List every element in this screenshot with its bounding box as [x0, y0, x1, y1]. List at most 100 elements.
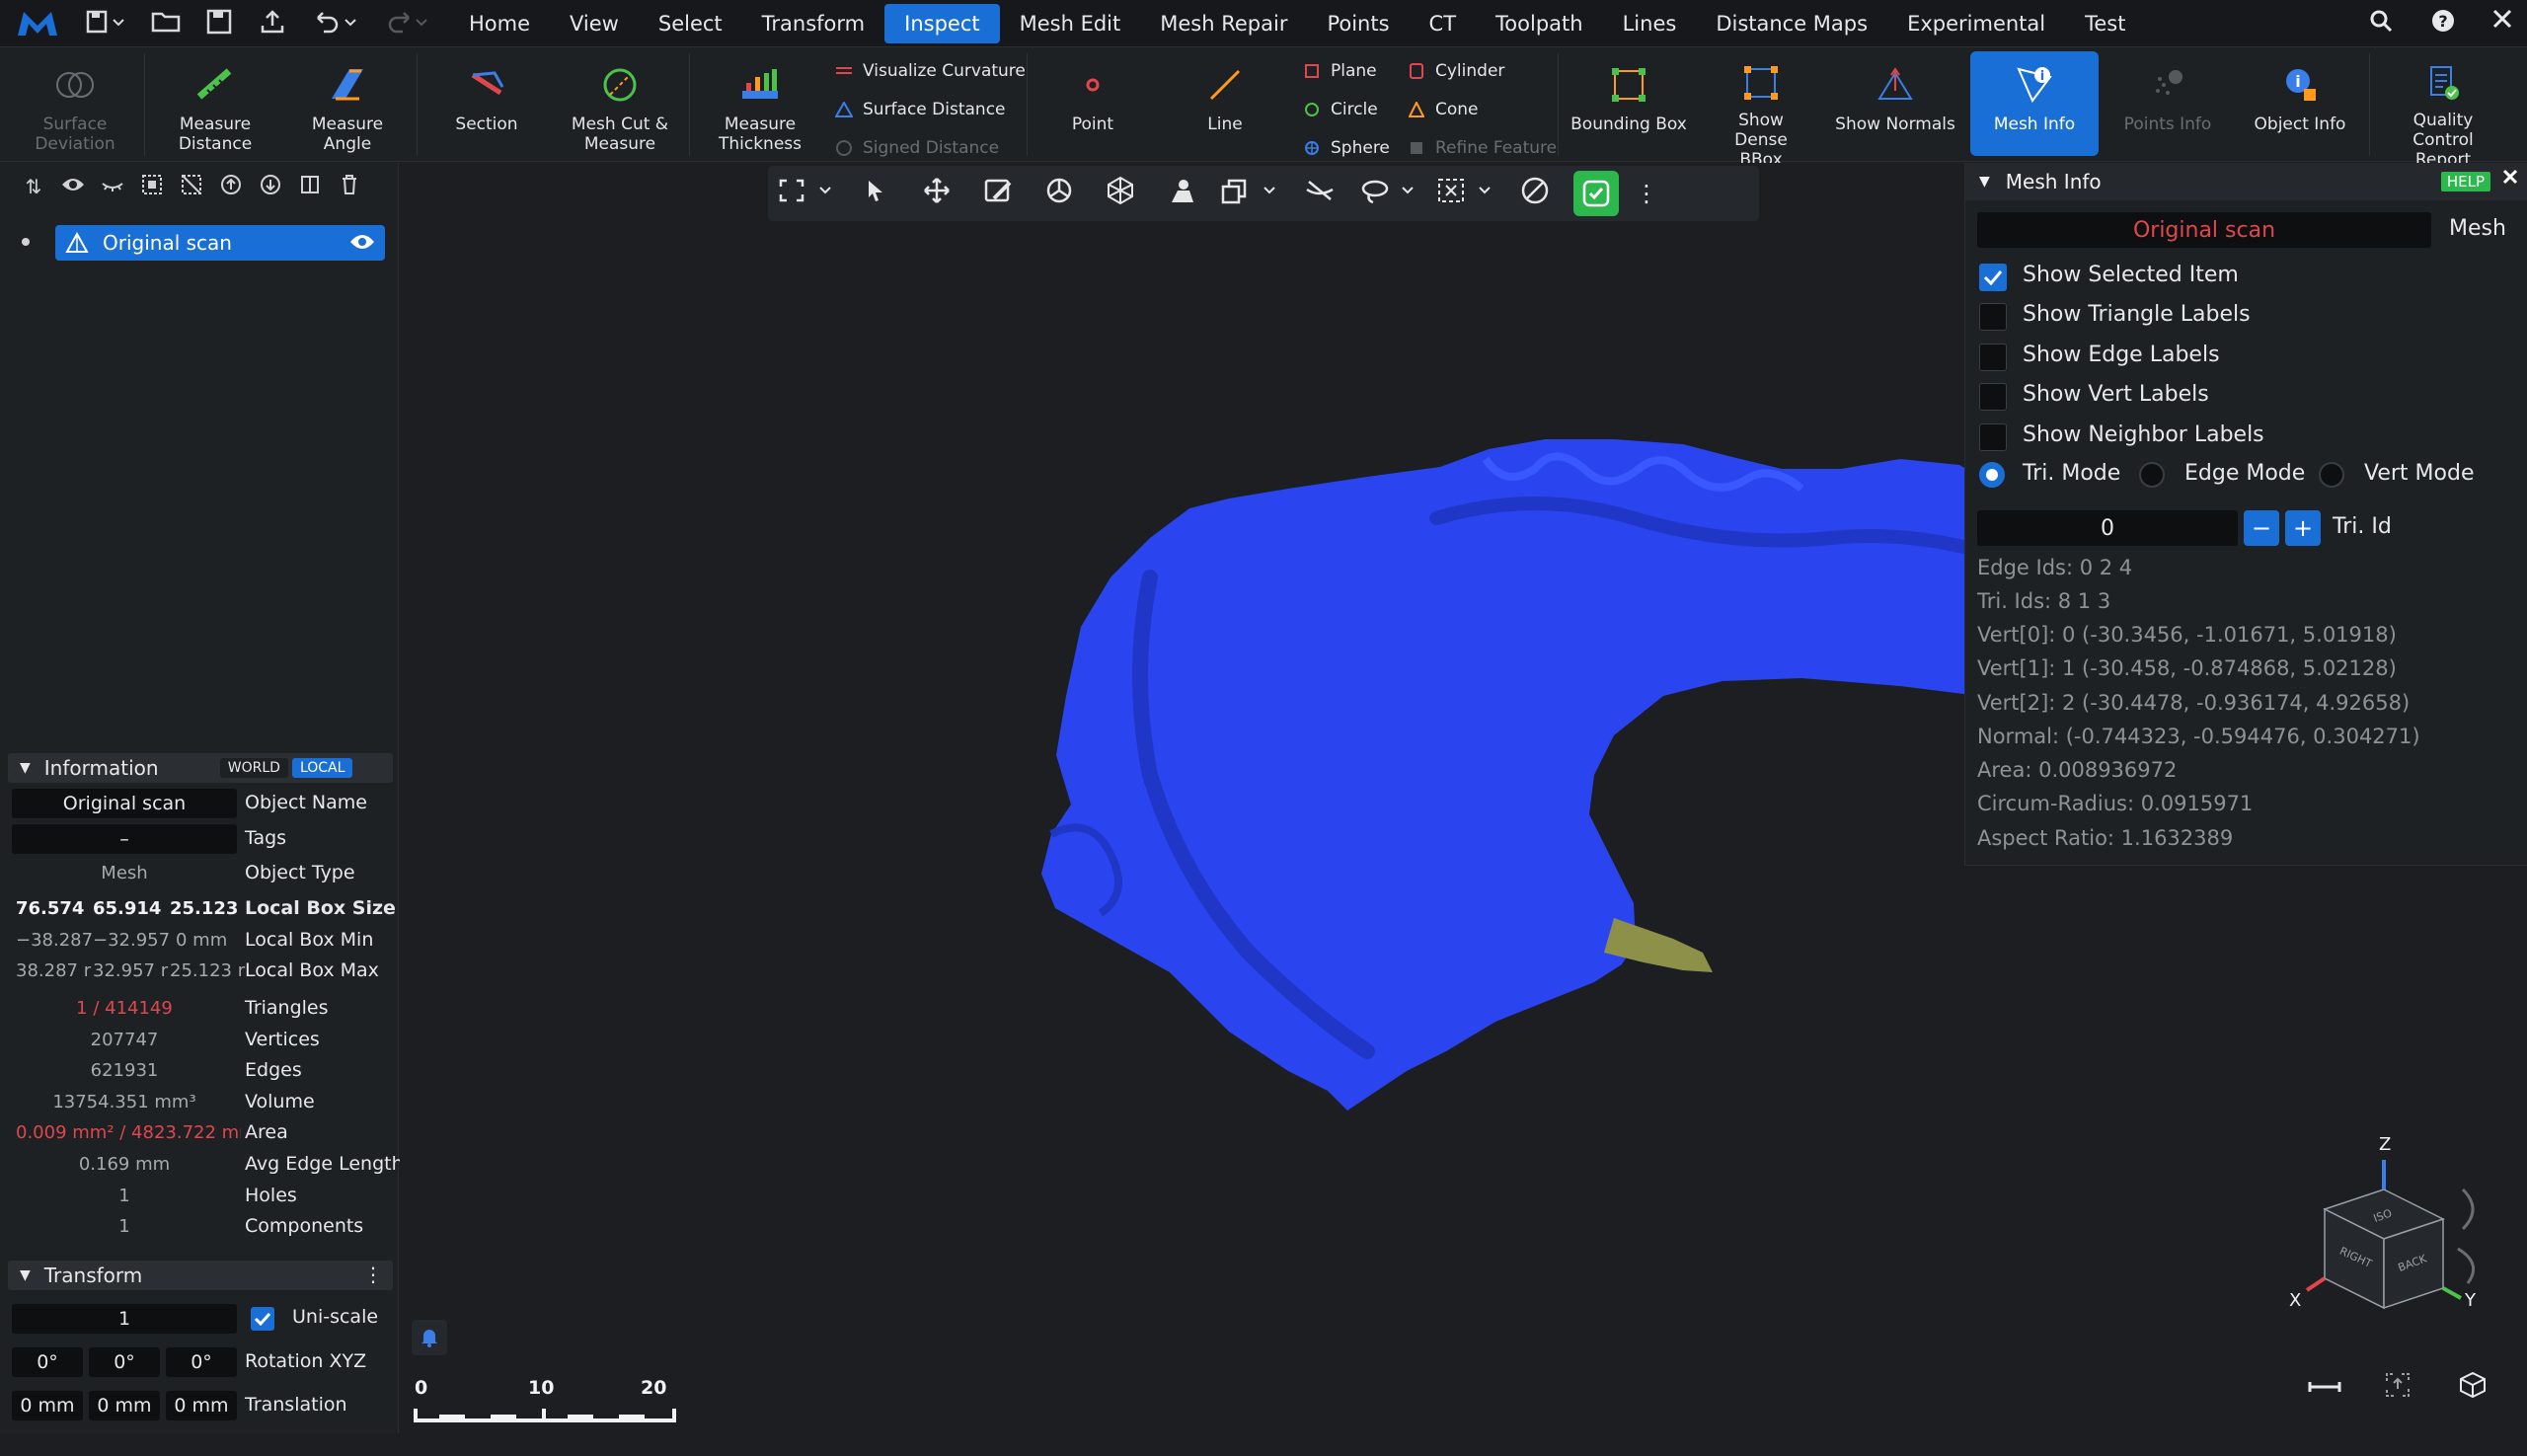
mesh-info-header[interactable]: ▼ Mesh Info HELP: [1965, 163, 2527, 200]
uniscale-checkbox[interactable]: [251, 1307, 274, 1331]
measure-thickness-button[interactable]: Measure Thickness: [701, 47, 819, 162]
mesh-info-button[interactable]: i Mesh Info: [1970, 51, 2099, 156]
tab-points[interactable]: Points: [1307, 0, 1409, 47]
tab-select[interactable]: Select: [639, 0, 742, 47]
mesh-network-icon[interactable]: [1090, 176, 1151, 211]
move-up-icon[interactable]: [211, 174, 251, 200]
circle-button[interactable]: Circle: [1303, 100, 1378, 119]
local-toggle[interactable]: LOCAL: [291, 758, 353, 778]
hide-icon[interactable]: [93, 175, 132, 198]
transform-header[interactable]: ▼ Transform ⋮: [8, 1261, 393, 1290]
bounding-box-button[interactable]: Bounding Box: [1570, 47, 1688, 162]
visualize-curvature-button[interactable]: Visualize Curvature: [835, 61, 1026, 81]
mesh-cut-measure-button[interactable]: Mesh Cut & Measure: [563, 47, 677, 162]
world-toggle[interactable]: WORLD: [219, 758, 288, 778]
translation-x-input[interactable]: 0 mm: [12, 1391, 83, 1420]
vert-mode-radio[interactable]: [2319, 462, 2344, 488]
no-selection-icon[interactable]: [1504, 176, 1566, 211]
save-as-icon[interactable]: [201, 8, 237, 39]
more-options-icon[interactable]: ⋮: [363, 1263, 383, 1286]
cube-view-icon[interactable]: [2453, 1365, 2492, 1405]
show-dense-bbox-button[interactable]: Show Dense BBox: [1700, 47, 1822, 170]
quality-control-report-button[interactable]: Quality Control Report: [2379, 47, 2507, 170]
tags-field[interactable]: –: [12, 824, 237, 854]
show-edge-labels-checkbox[interactable]: [1979, 344, 2007, 371]
sort-icon[interactable]: ⇅: [14, 175, 53, 198]
scale-input[interactable]: 1: [12, 1304, 237, 1334]
measure-distance-button[interactable]: Measure Distance: [156, 47, 274, 162]
points-info-button[interactable]: Points Info: [2108, 47, 2227, 162]
section-button[interactable]: Section: [432, 47, 541, 162]
more-tools-icon[interactable]: ⋮: [1627, 180, 1666, 207]
delete-icon[interactable]: [330, 174, 369, 200]
orbit-icon[interactable]: [1029, 177, 1090, 210]
clipping-icon[interactable]: [1151, 177, 1212, 210]
search-icon[interactable]: [2361, 8, 2401, 39]
view-mode-icon[interactable]: [1212, 177, 1289, 210]
select-arrow-icon[interactable]: [845, 179, 906, 208]
rotation-z-input[interactable]: 0°: [166, 1347, 237, 1377]
show-normals-button[interactable]: Show Normals: [1834, 47, 1956, 162]
signed-distance-button[interactable]: Signed Distance: [835, 138, 999, 158]
box-select-icon[interactable]: [1427, 177, 1504, 210]
deselect-icon[interactable]: [172, 174, 211, 200]
refine-feature-button[interactable]: Refine Feature: [1408, 138, 1557, 158]
export-icon[interactable]: [255, 8, 290, 39]
notifications-bell-icon[interactable]: [412, 1320, 447, 1355]
tri-id-input[interactable]: 0: [1977, 510, 2238, 546]
cone-button[interactable]: Cone: [1408, 100, 1479, 119]
measure-tool-icon[interactable]: [2305, 1367, 2344, 1407]
tab-transform[interactable]: Transform: [742, 0, 884, 47]
app-logo-icon[interactable]: [14, 8, 61, 39]
tree-expand-dot[interactable]: [22, 238, 30, 246]
confirm-check-icon[interactable]: [1573, 171, 1619, 216]
close-panel-icon[interactable]: [2500, 167, 2520, 192]
information-header[interactable]: ▼ Information WORLD LOCAL: [8, 753, 393, 783]
pan-icon[interactable]: [906, 177, 967, 210]
sphere-button[interactable]: Sphere: [1303, 138, 1390, 158]
paint-select-icon[interactable]: [967, 177, 1029, 210]
tri-mode-radio[interactable]: [1979, 462, 2005, 488]
help-icon[interactable]: ?: [2423, 8, 2463, 39]
show-selected-item-checkbox[interactable]: [1979, 264, 2007, 291]
select-all-icon[interactable]: [132, 174, 172, 200]
move-down-icon[interactable]: [251, 174, 290, 200]
object-info-button[interactable]: i Object Info: [2241, 47, 2359, 162]
redo-icon[interactable]: [379, 8, 432, 39]
plane-button[interactable]: Plane: [1303, 61, 1377, 81]
tab-inspect[interactable]: Inspect: [884, 4, 1000, 43]
split-view-icon[interactable]: [290, 174, 330, 200]
tab-mesh-edit[interactable]: Mesh Edit: [1000, 0, 1141, 47]
translation-y-input[interactable]: 0 mm: [89, 1391, 160, 1420]
lasso-select-icon[interactable]: [1350, 177, 1427, 210]
help-badge[interactable]: HELP: [2440, 172, 2490, 192]
object-name-field[interactable]: Original scan: [12, 789, 237, 818]
tab-mesh-repair[interactable]: Mesh Repair: [1140, 0, 1307, 47]
tab-ct[interactable]: CT: [1410, 0, 1477, 47]
edge-mode-radio[interactable]: [2139, 462, 2165, 488]
tab-toolpath[interactable]: Toolpath: [1476, 0, 1603, 47]
view-cube[interactable]: ISO RIGHT BACK Z X Y: [2275, 1130, 2522, 1456]
tab-lines[interactable]: Lines: [1603, 0, 1697, 47]
rotation-x-input[interactable]: 0°: [12, 1347, 83, 1377]
show-neighbor-labels-checkbox[interactable]: [1979, 423, 2007, 451]
decrement-button[interactable]: −: [2244, 510, 2279, 546]
increment-button[interactable]: +: [2285, 510, 2321, 546]
surface-distance-button[interactable]: Surface Distance: [835, 100, 1006, 119]
translation-z-input[interactable]: 0 mm: [166, 1391, 237, 1420]
line-button[interactable]: Line: [1171, 47, 1279, 162]
hide-faces-icon[interactable]: [1289, 178, 1350, 209]
point-button[interactable]: Point: [1038, 47, 1147, 162]
mesh-object-field[interactable]: Original scan: [1977, 212, 2431, 248]
cylinder-button[interactable]: Cylinder: [1408, 61, 1504, 81]
undo-icon[interactable]: [308, 8, 361, 39]
show-icon[interactable]: [53, 175, 93, 198]
tree-item-original-scan[interactable]: Original scan: [55, 225, 385, 261]
tab-home[interactable]: Home: [449, 0, 550, 47]
visibility-eye-icon[interactable]: [349, 232, 375, 257]
tab-distance-maps[interactable]: Distance Maps: [1696, 0, 1887, 47]
tab-view[interactable]: View: [550, 0, 639, 47]
fit-view-icon[interactable]: [2378, 1365, 2417, 1405]
fit-selection-icon[interactable]: [768, 177, 845, 210]
close-app-icon[interactable]: [2483, 8, 2522, 39]
